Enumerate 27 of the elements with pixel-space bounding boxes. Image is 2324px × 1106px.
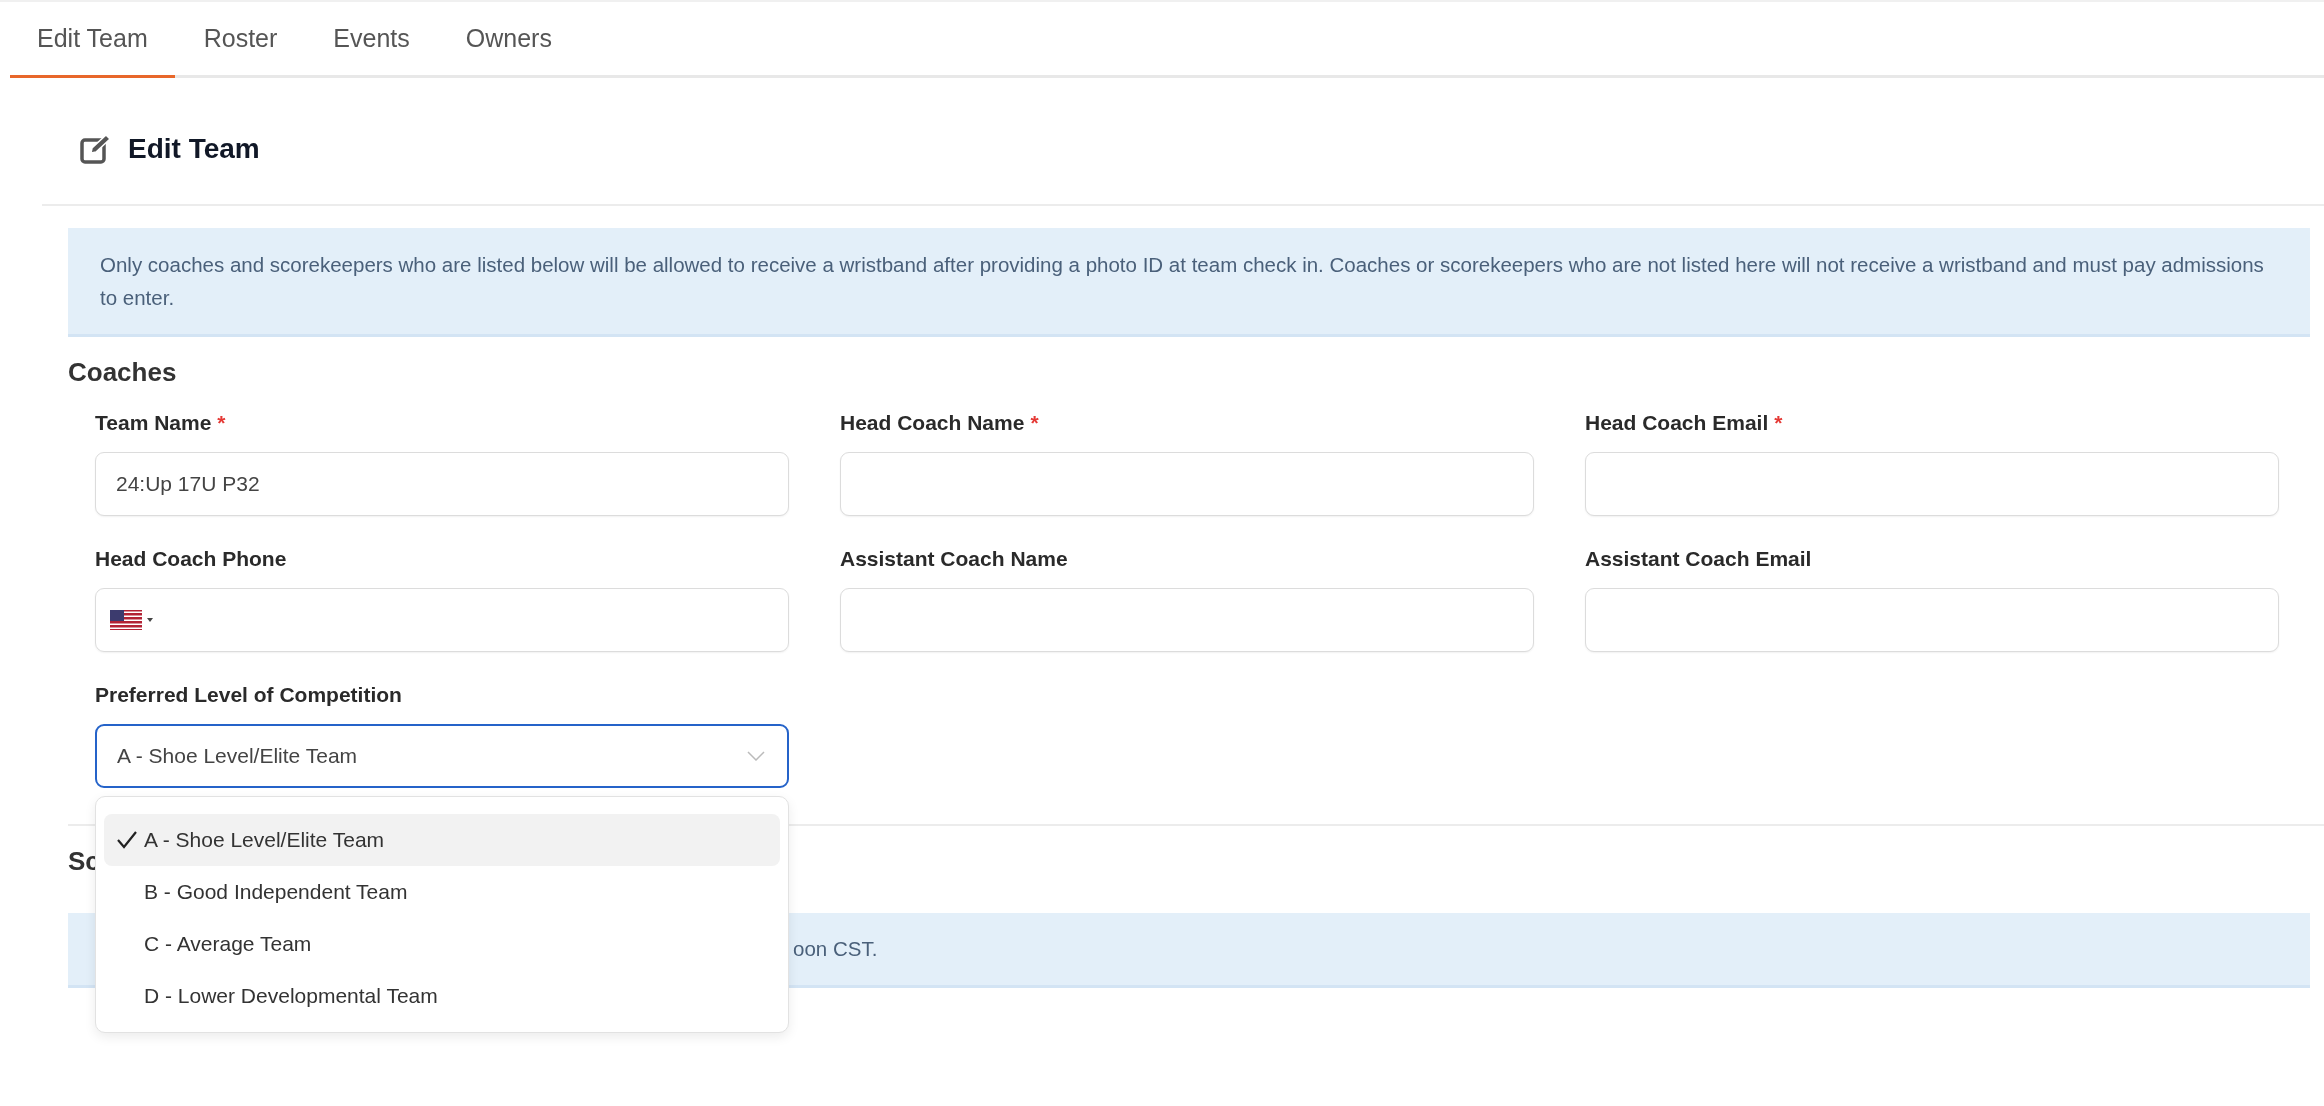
info-banner: Only coaches and scorekeepers who are listed below will be allowed to receive a wristband after providing a photo ID at team check in. Coaches or scorekeepers who are not listed here will not receive a wristband and must pay admissions to enter.	[68, 228, 2310, 337]
field-label: Assistant Coach Email	[1585, 546, 1813, 572]
phone-field[interactable]	[95, 588, 789, 652]
level-select[interactable]: A - Shoe Level/Elite Team	[95, 724, 789, 788]
page-title: Edit Team	[128, 133, 260, 165]
section-title: Coaches	[68, 357, 178, 388]
field-label: Head Coach Name *	[840, 410, 1040, 436]
text-field[interactable]	[1585, 588, 2279, 652]
chevron-down-icon	[747, 751, 765, 761]
check-icon	[116, 830, 138, 850]
text-field[interactable]	[840, 588, 1534, 652]
tab[interactable]: Edit Team	[10, 2, 175, 78]
tab[interactable]: Roster	[176, 2, 305, 78]
edit-icon	[80, 134, 112, 164]
field-label: Team Name *	[95, 410, 227, 436]
tab[interactable]: Owners	[438, 2, 579, 78]
field-label: Head Coach Email *	[1585, 410, 1784, 436]
field-label: Assistant Coach Name	[840, 546, 1069, 572]
field-label: Head Coach Phone	[95, 546, 288, 572]
text-field[interactable]	[840, 452, 1534, 516]
flag-icon[interactable]	[110, 610, 156, 630]
text-field[interactable]: 24:Up 17U P32	[95, 452, 789, 516]
dropdown-option[interactable]: C - Average Team	[104, 918, 780, 970]
tab[interactable]: Events	[306, 2, 437, 78]
text-field[interactable]	[1585, 452, 2279, 516]
dropdown-option[interactable]: A - Shoe Level/Elite Team	[104, 814, 780, 866]
field-label: Preferred Level of Competition	[95, 682, 403, 708]
